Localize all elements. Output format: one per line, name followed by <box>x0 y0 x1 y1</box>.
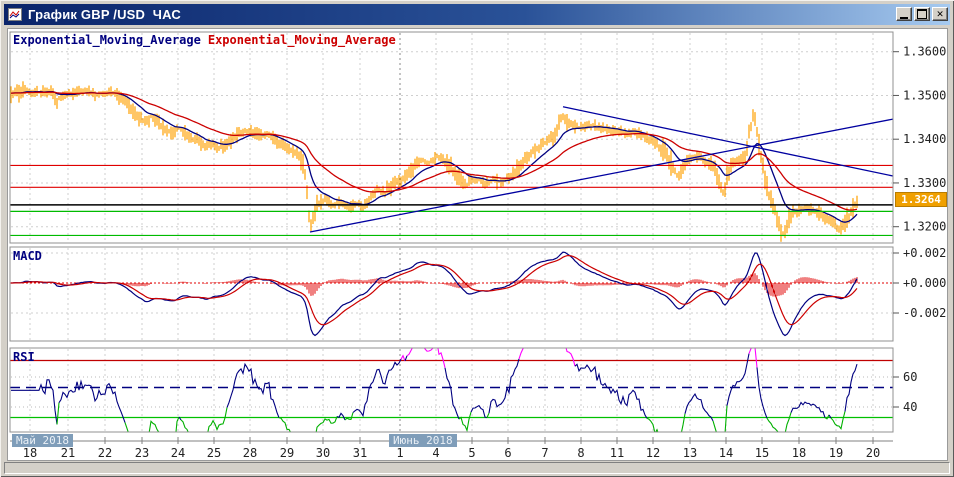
maximize-icon <box>917 9 927 19</box>
chart-client-area[interactable] <box>7 28 948 461</box>
status-bar <box>4 462 950 474</box>
legend-ema-slow: Exponential_Moving_Average <box>207 33 396 47</box>
current-price-badge: 1.3264 <box>895 192 947 207</box>
legend-ema-fast: Exponential_Moving_Average <box>13 33 201 47</box>
minimize-button[interactable] <box>896 7 912 21</box>
month-badge-june: Июнь 2018 <box>389 434 457 447</box>
month-badge-may: Май 2018 <box>12 434 73 447</box>
app-window: График GBP /USD ЧАС ✕ 1.3600 1.3500 1.3400… <box>0 0 954 477</box>
title-bar[interactable]: График GBP /USD ЧАС ✕ <box>4 4 950 25</box>
close-icon: ✕ <box>936 7 944 20</box>
indicator-legend: Exponential_Moving_Average Exponential_Mo… <box>13 33 396 47</box>
rsi-panel-label: RSI <box>13 350 35 364</box>
macd-panel-label: MACD <box>13 249 42 263</box>
minimize-icon <box>900 17 908 19</box>
window-title: График GBP /USD ЧАС <box>28 7 181 22</box>
window-icon <box>8 8 24 22</box>
maximize-button[interactable] <box>914 7 930 21</box>
close-button[interactable]: ✕ <box>932 7 948 21</box>
